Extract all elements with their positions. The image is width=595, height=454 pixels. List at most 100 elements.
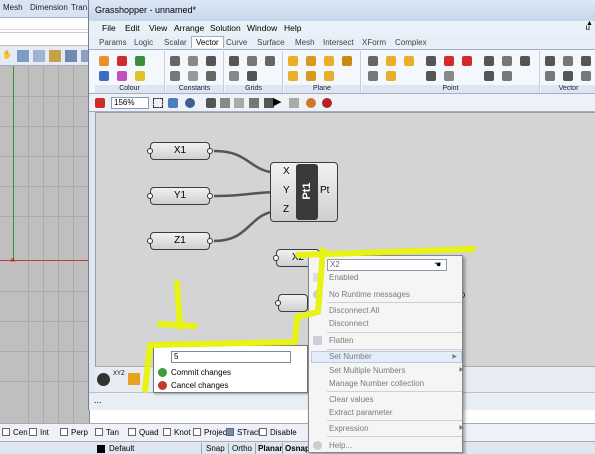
checkbox-icon[interactable] <box>163 428 171 436</box>
menu-set-multiple[interactable]: Set Multiple Numbers ▶ <box>329 366 464 375</box>
tab-intersect[interactable]: Intersect <box>323 38 354 47</box>
tab-logic[interactable]: Logic <box>134 38 153 47</box>
plane-normal-icon[interactable] <box>288 71 298 81</box>
menu-help[interactable]: Help... <box>329 441 352 450</box>
point-list-icon[interactable] <box>386 71 396 81</box>
script-icon[interactable] <box>128 373 140 385</box>
point-polar-icon[interactable] <box>386 56 396 66</box>
shaded-icon[interactable] <box>249 98 259 108</box>
pointer-icon[interactable]: ☚ <box>434 260 444 270</box>
status-ortho[interactable]: Ortho <box>232 444 252 453</box>
tab-complex[interactable]: Complex <box>395 38 427 47</box>
checkbox-icon[interactable] <box>95 428 103 436</box>
commit-changes-button[interactable]: Commit changes <box>158 368 231 377</box>
rhino-command-area[interactable] <box>0 18 90 46</box>
constant-x-icon[interactable] <box>170 56 180 66</box>
cancel-changes-button[interactable]: Cancel changes <box>158 381 228 390</box>
point-pull-icon[interactable] <box>484 71 494 81</box>
menu-help[interactable]: Help <box>284 23 301 33</box>
tab-params[interactable]: Params <box>99 38 127 47</box>
point-distance-icon[interactable] <box>426 56 436 66</box>
tab-surface[interactable]: Surface <box>257 38 285 47</box>
preview-mesh-icon[interactable] <box>220 98 230 108</box>
point-xyz-icon[interactable] <box>368 56 378 66</box>
point-deconstruct-icon[interactable] <box>484 56 494 66</box>
constant-xz-icon[interactable] <box>206 71 216 81</box>
constant-z-icon[interactable] <box>206 56 216 66</box>
point-cylindrical-icon[interactable] <box>404 56 414 66</box>
menu-no-runtime[interactable]: No Runtime messages <box>329 290 410 299</box>
pt-input-x[interactable]: X <box>283 166 290 177</box>
constant-xy-icon[interactable] <box>170 71 180 81</box>
param-name-field[interactable]: X2 <box>327 259 447 271</box>
checkbox-icon[interactable] <box>29 428 37 436</box>
vector-dot-icon[interactable] <box>581 71 591 81</box>
play-icon[interactable]: ▶ <box>273 97 283 108</box>
plane-xz-icon[interactable] <box>324 56 334 66</box>
point-sort-icon[interactable] <box>462 56 472 66</box>
panel-icon[interactable] <box>97 373 110 386</box>
menu-arrange[interactable]: Arrange <box>174 23 204 33</box>
checkbox-checked-icon[interactable] <box>226 428 234 436</box>
grid-radial-icon[interactable] <box>265 56 275 66</box>
status-osnap[interactable]: Osnap <box>285 444 310 453</box>
record-icon[interactable] <box>322 98 332 108</box>
point-cull-icon[interactable] <box>426 71 436 81</box>
osnap-disable[interactable]: Disable <box>259 428 297 437</box>
vector-unit-icon[interactable] <box>545 71 555 81</box>
checkbox-icon[interactable] <box>2 428 10 436</box>
menu-enabled[interactable]: Enabled <box>329 273 358 282</box>
point-closest-icon[interactable] <box>444 56 454 66</box>
point-groups-icon[interactable] <box>502 71 512 81</box>
param-x2-duplicate[interactable] <box>275 294 308 312</box>
viewport-icon[interactable] <box>33 50 45 62</box>
osnap-knot[interactable]: Knot <box>163 428 190 437</box>
menu-clear-values[interactable]: Clear values <box>329 395 373 404</box>
checkbox-icon[interactable] <box>259 428 267 436</box>
checkbox-icon[interactable] <box>128 428 136 436</box>
document-icon[interactable] <box>289 98 299 108</box>
grid-icon[interactable] <box>17 50 29 62</box>
eraser-icon[interactable] <box>95 98 105 108</box>
rhino-menu-transform[interactable]: Tran <box>71 3 87 12</box>
menu-disconnect[interactable]: Disconnect <box>329 319 369 328</box>
constant-yz-icon[interactable] <box>188 71 198 81</box>
osnap-quad[interactable]: Quad <box>128 428 159 437</box>
status-planar[interactable]: Planar <box>258 444 282 453</box>
vector-xyz-icon[interactable] <box>545 56 555 66</box>
colour-lab-icon[interactable] <box>117 71 127 81</box>
plane-xy-icon[interactable] <box>288 56 298 66</box>
layer-color-swatch[interactable] <box>97 445 105 453</box>
point-oriented-icon[interactable] <box>368 71 378 81</box>
osnap-cen[interactable]: Cen <box>2 428 28 437</box>
plane-origin-icon[interactable] <box>324 71 334 81</box>
menu-window[interactable]: Window <box>247 23 277 33</box>
menu-view[interactable]: View <box>149 23 167 33</box>
grid-square-icon[interactable] <box>229 56 239 66</box>
menu-manage-collection[interactable]: Manage Number collection <box>329 379 424 388</box>
rhino-viewport[interactable]: × <box>0 66 90 423</box>
vector-cross-icon[interactable] <box>563 71 573 81</box>
menu-set-number[interactable]: Set Number ▶ <box>311 351 462 363</box>
colour-cmyk-icon[interactable] <box>99 71 109 81</box>
osnap-project[interactable]: Project <box>193 428 229 437</box>
tab-xform[interactable]: XForm <box>362 38 386 47</box>
named-views-icon[interactable] <box>168 98 178 108</box>
colour-rgb-icon[interactable] <box>117 56 127 66</box>
colour-hsl-icon[interactable] <box>135 56 145 66</box>
scroll-up-icon[interactable]: ▲ <box>586 20 595 32</box>
pt-input-y[interactable]: Y <box>283 185 290 196</box>
colour-swatch-icon[interactable] <box>99 56 109 66</box>
colour-xyz-icon[interactable] <box>135 71 145 81</box>
gh-titlebar[interactable]: Grasshopper - unnamed* <box>89 0 595 21</box>
number-value-input[interactable]: 5 <box>171 351 291 363</box>
grid-rect-icon[interactable] <box>229 71 239 81</box>
tab-curve[interactable]: Curve <box>226 38 247 47</box>
xyz-icon[interactable]: XYZ <box>113 371 125 377</box>
param-x1[interactable]: X1 <box>147 142 213 160</box>
grid-hex-icon[interactable] <box>247 56 257 66</box>
osnap-perp[interactable]: Perp <box>60 428 88 437</box>
plane-yz-icon[interactable] <box>306 56 316 66</box>
param-z1[interactable]: Z1 <box>147 232 213 250</box>
checkbox-icon[interactable] <box>60 428 68 436</box>
